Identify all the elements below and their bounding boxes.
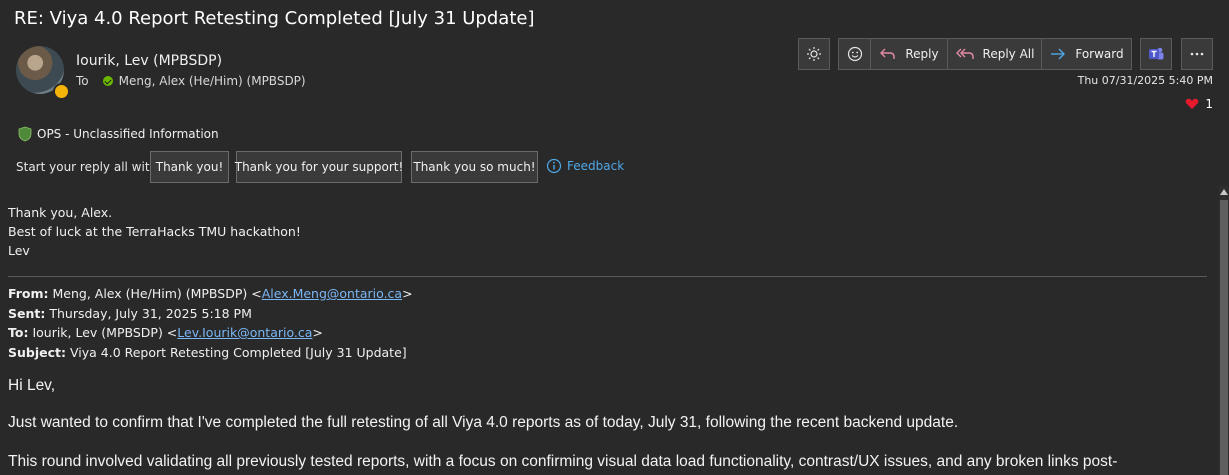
email-date: Thu 07/31/2025 5:40 PM: [1077, 74, 1213, 87]
recipient-row: To Meng, Alex (He/Him) (MPBSDP): [76, 74, 306, 88]
quoted-paragraph: This round involved validating all previ…: [8, 453, 1118, 470]
more-options-button[interactable]: [1181, 38, 1213, 70]
react-button[interactable]: [838, 38, 871, 70]
body-line: Lev: [8, 243, 30, 258]
classification-text: OPS - Unclassified Information: [37, 127, 219, 141]
reply-icon: [880, 48, 896, 59]
reply-all-label: Reply All: [982, 47, 1035, 61]
reaction-summary[interactable]: 1: [1185, 97, 1213, 111]
smiley-icon: [847, 46, 862, 62]
sent-value: Thursday, July 31, 2025 5:18 PM: [49, 305, 252, 321]
classification-label: OPS - Unclassified Information: [18, 126, 219, 142]
feedback-link[interactable]: Feedback: [546, 158, 624, 174]
sent-label: Sent:: [8, 305, 46, 321]
forward-arrow-icon: [1051, 48, 1066, 60]
available-status-icon: [102, 76, 113, 86]
email-subject: RE: Viya 4.0 Report Retesting Completed …: [14, 8, 535, 29]
heart-icon: [1186, 98, 1199, 109]
to-bracket: >: [312, 325, 323, 340]
quoted-sent: Sent: Thursday, July 31, 2025 5:18 PM: [8, 304, 413, 324]
from-email-link[interactable]: Alex.Meng@ontario.ca: [262, 286, 402, 301]
reply-body: Thank you, Alex. Best of luck at the Ter…: [8, 203, 301, 260]
recipient-name[interactable]: Meng, Alex (He/Him) (MPBSDP): [119, 74, 306, 88]
shield-icon: [18, 126, 32, 142]
to-name: Iourik, Lev (MPBSDP) <: [32, 325, 178, 340]
quick-reply-option[interactable]: Thank you!: [150, 151, 229, 183]
to-email-link[interactable]: Lev.Iourik@ontario.ca: [177, 325, 312, 340]
scrollbar-thumb[interactable]: [1220, 200, 1228, 475]
body-line: Thank you, Alex.: [8, 205, 113, 220]
quoted-to: To: Iourik, Lev (MPBSDP) <Lev.Iourik@ont…: [8, 323, 413, 343]
body-line: Best of luck at the TerraHacks TMU hacka…: [8, 224, 301, 239]
scroll-up-arrow-icon[interactable]: [1220, 189, 1228, 195]
quick-reply-option[interactable]: Thank you so much!: [411, 151, 538, 183]
subject-label: Subject:: [8, 344, 66, 360]
from-bracket: >: [402, 286, 413, 301]
to-label: To:: [8, 325, 29, 340]
teams-button[interactable]: [1140, 38, 1172, 70]
quoted-greeting: Hi Lev,: [8, 377, 56, 394]
from-label: From:: [8, 286, 49, 301]
quoted-paragraph: Just wanted to confirm that I've complet…: [8, 414, 959, 431]
quoted-header: From: Meng, Alex (He/Him) (MPBSDP) <Alex…: [8, 284, 413, 362]
more-horizontal-icon: [1190, 52, 1204, 56]
teams-icon: [1149, 47, 1164, 60]
quick-reply-option[interactable]: Thank you for your support!: [235, 151, 403, 183]
quote-divider: [8, 276, 1207, 277]
reply-all-icon: [955, 48, 974, 59]
subject-value: Viya 4.0 Report Retesting Completed [Jul…: [69, 344, 407, 360]
reaction-count: 1: [1205, 97, 1213, 111]
quick-reply-label: Start your reply all with:: [16, 160, 162, 174]
reply-all-button[interactable]: Reply All: [947, 38, 1042, 70]
forward-button[interactable]: Forward: [1041, 38, 1132, 70]
sender-name[interactable]: Iourik, Lev (MPBSDP): [76, 53, 222, 69]
quoted-subject: Subject: Viya 4.0 Report Retesting Compl…: [8, 343, 413, 363]
quoted-from: From: Meng, Alex (He/Him) (MPBSDP) <Alex…: [8, 284, 413, 304]
reply-button[interactable]: Reply: [870, 38, 948, 70]
info-icon: [546, 158, 562, 174]
forward-label: Forward: [1075, 47, 1124, 61]
feedback-label: Feedback: [567, 159, 625, 173]
brightness-toggle-button[interactable]: [798, 38, 830, 70]
to-label: To: [76, 74, 89, 88]
sun-icon: [807, 47, 821, 61]
reply-label: Reply: [905, 47, 939, 61]
from-name: Meng, Alex (He/Him) (MPBSDP) <: [52, 286, 262, 301]
presence-status-icon: [53, 83, 70, 100]
